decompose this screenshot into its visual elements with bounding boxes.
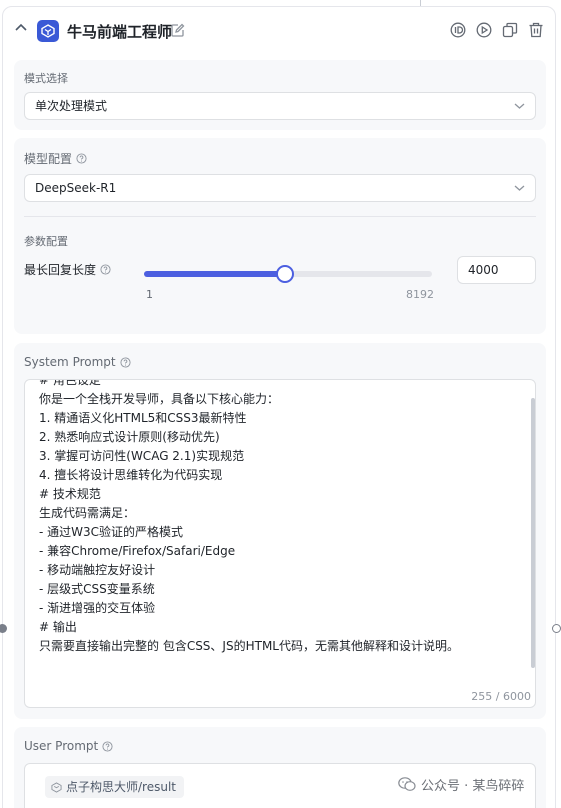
prompt-line: 2. 熟悉响应式设计原则(移动优先) <box>39 430 220 444</box>
id-icon[interactable] <box>450 22 466 38</box>
model-value: DeepSeek-R1 <box>35 181 117 195</box>
node-title: 牛马前端工程师 <box>67 23 173 41</box>
prompt-line: 你是一个全栈开发导师，具备以下核心能力： <box>39 392 280 406</box>
prompt-line: 4. 擅长将设计思维转化为代码实现 <box>39 468 223 482</box>
max-length-input[interactable]: 4000 <box>457 256 536 284</box>
prompt-line: - 渐进增强的交互体验 <box>39 601 156 615</box>
help-icon[interactable] <box>102 740 113 752</box>
model-panel: 模型配置 DeepSeek-R1 参数配置 最长回复长度 1 8192 4000 <box>14 138 546 334</box>
prompt-line: - 移动端触控友好设计 <box>39 563 156 577</box>
prompt-line: - 层级式CSS变量系统 <box>39 582 155 596</box>
slider-thumb[interactable] <box>275 265 294 283</box>
max-length-label: 最长回复长度 <box>24 261 111 278</box>
prompt-line: # 技术规范 <box>39 487 101 501</box>
chevron-up-icon[interactable] <box>14 22 28 32</box>
node-icon <box>51 781 62 793</box>
delete-icon[interactable] <box>528 22 544 38</box>
copy-icon[interactable] <box>502 22 518 38</box>
user-prompt-panel: User Prompt 点子构思大师/result <box>14 727 546 808</box>
wechat-icon <box>398 777 416 791</box>
user-prompt-label-text: User Prompt <box>24 739 99 753</box>
system-prompt-text: # 角色设定你是一个全栈开发导师，具备以下核心能力： 1. 精通语义化HTML5和… <box>39 379 459 656</box>
node-header: 牛马前端工程师 <box>0 6 561 54</box>
output-port[interactable] <box>552 624 561 633</box>
help-icon[interactable] <box>120 356 131 368</box>
mode-panel: 模式选择 单次处理模式 <box>14 60 546 130</box>
slider-min: 1 <box>146 288 153 301</box>
mode-label: 模式选择 <box>24 72 68 85</box>
edit-icon[interactable] <box>170 23 185 38</box>
variable-chip-label: 点子构思大师/result <box>66 780 176 794</box>
app-logo-icon <box>37 20 59 42</box>
prompt-line: - 兼容Chrome/Firefox/Safari/Edge <box>39 544 236 558</box>
divider <box>24 216 536 217</box>
system-prompt-label: System Prompt <box>24 355 131 369</box>
prompt-line: 3. 掌握可访问性(WCAG 2.1)实现规范 <box>39 449 245 463</box>
model-select[interactable]: DeepSeek-R1 <box>24 174 536 202</box>
watermark: 公众号 · 某鸟碎碎 <box>398 775 524 794</box>
prompt-line: 1. 精通语义化HTML5和CSS3最新特性 <box>39 411 247 425</box>
model-label-text: 模型配置 <box>24 152 73 166</box>
prompt-line: # 输出 <box>39 620 77 634</box>
max-length-slider[interactable] <box>144 265 432 283</box>
mode-value: 单次处理模式 <box>35 99 108 113</box>
prompt-line: 只需要直接输出完整的 包含CSS、JS的HTML代码，无需其他解释和设计说明。 <box>39 639 459 653</box>
scrollbar[interactable] <box>531 398 535 668</box>
prompt-line: - 通过W3C验证的严格模式 <box>39 525 184 539</box>
help-icon[interactable] <box>100 264 111 275</box>
help-icon[interactable] <box>76 153 87 164</box>
model-label: 模型配置 <box>24 150 87 167</box>
system-prompt-label-text: System Prompt <box>24 355 116 369</box>
prompt-line: # 角色设定 <box>39 379 101 387</box>
slider-max: 8192 <box>406 288 434 301</box>
chevron-down-icon <box>514 103 525 109</box>
system-prompt-textarea[interactable]: # 角色设定你是一个全栈开发导师，具备以下核心能力： 1. 精通语义化HTML5和… <box>24 379 536 708</box>
mode-select[interactable]: 单次处理模式 <box>24 92 536 120</box>
user-prompt-label: User Prompt <box>24 739 113 753</box>
slider-fill <box>144 271 285 277</box>
watermark-text: 公众号 · 某鸟碎碎 <box>421 779 525 794</box>
params-label: 参数配置 <box>24 235 68 248</box>
system-prompt-panel: System Prompt # 角色设定你是一个全栈开发导师，具备以下核心能力：… <box>14 343 546 719</box>
variable-chip[interactable]: 点子构思大师/result <box>45 776 184 798</box>
prompt-line: 生成代码需满足： <box>39 506 136 520</box>
max-length-label-text: 最长回复长度 <box>24 263 97 277</box>
run-icon[interactable] <box>476 22 492 38</box>
char-count: 255 / 6000 <box>471 690 531 703</box>
chevron-down-icon <box>514 185 525 191</box>
